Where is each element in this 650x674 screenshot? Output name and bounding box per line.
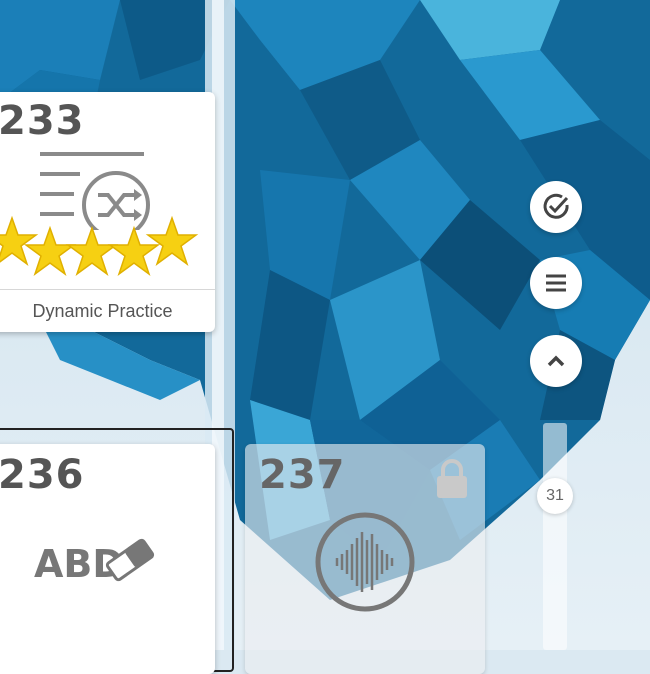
scroll-up-button[interactable] bbox=[530, 335, 582, 387]
menu-button[interactable] bbox=[530, 257, 582, 309]
lesson-number: 237 bbox=[259, 452, 346, 498]
lock-icon bbox=[437, 459, 467, 498]
five-star-rating bbox=[0, 215, 199, 276]
chevron-up-icon bbox=[547, 355, 565, 367]
scroll-track[interactable] bbox=[543, 423, 567, 650]
check-progress-button[interactable] bbox=[530, 181, 582, 233]
audio-wave-icon bbox=[315, 512, 415, 612]
lesson-card-233[interactable]: 233 Dynamic Practice bbox=[0, 92, 215, 332]
check-circle-icon bbox=[543, 193, 569, 219]
eraser-icon bbox=[105, 538, 155, 582]
lesson-number: 236 bbox=[0, 452, 85, 498]
abc-eraser-icon: ABD bbox=[34, 538, 164, 592]
menu-icon bbox=[546, 274, 566, 292]
lesson-label: Dynamic Practice bbox=[0, 289, 215, 332]
lesson-number: 233 bbox=[0, 98, 85, 144]
lesson-card-237[interactable]: 237 bbox=[245, 444, 485, 674]
scroll-thumb[interactable]: 31 bbox=[537, 478, 573, 514]
lesson-card-236[interactable]: 236 ABD bbox=[0, 444, 215, 674]
